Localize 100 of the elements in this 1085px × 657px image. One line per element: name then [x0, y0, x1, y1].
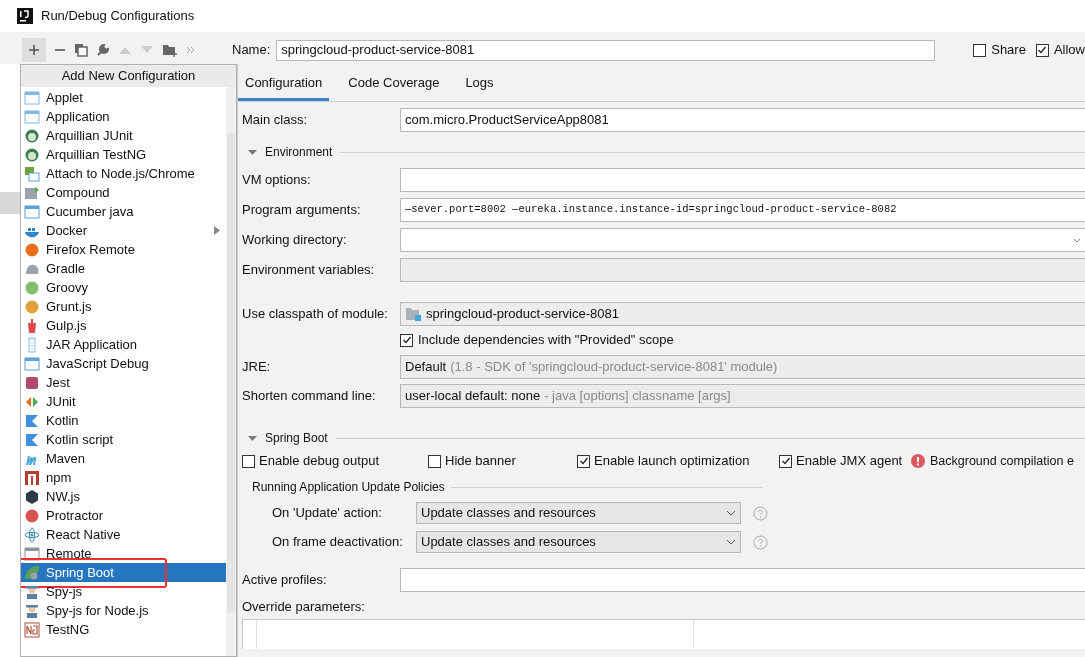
field-label: Override parameters:: [242, 598, 366, 617]
text-field[interactable]: [400, 168, 1085, 192]
menu-item[interactable]: Compound: [21, 183, 226, 202]
menu-item[interactable]: TestNG: [21, 620, 226, 639]
menu-item[interactable]: Spring Boot: [21, 563, 226, 582]
field-label: JRE:: [242, 358, 272, 377]
window-icon: [24, 89, 40, 106]
menu-item[interactable]: Application: [21, 107, 226, 126]
name-field[interactable]: springcloud-product-service-8081: [276, 39, 936, 61]
text-field[interactable]: —sever.port=8002 —eureka.instance.instance-id=springcloud-product-service-8082: [400, 198, 1085, 222]
field-label: Main class:: [242, 111, 309, 130]
k-logo-icon: [24, 431, 40, 448]
tab[interactable]: Configuration: [238, 68, 330, 101]
menu-item[interactable]: Kotlin: [21, 411, 226, 430]
field-label: Program arguments:: [242, 201, 362, 220]
menu-item[interactable]: Arquillian JUnit: [21, 126, 226, 145]
add-icon[interactable]: [22, 38, 46, 62]
menu-item[interactable]: React Native: [21, 525, 226, 544]
circle-icon: [24, 507, 40, 524]
hexagon-icon: [24, 488, 40, 505]
checkbox[interactable]: [242, 454, 255, 468]
checkbox-label: Include dependencies with "Provided" scope: [418, 331, 674, 350]
field-label: On frame deactivation:: [272, 533, 404, 552]
text-field[interactable]: com.micro.ProductServiceApp8081: [400, 108, 1085, 132]
window-icon: [24, 355, 40, 372]
checkbox-label: Enable debug output: [259, 452, 379, 471]
checkbox[interactable]: [973, 43, 987, 57]
menu-item[interactable]: Gulp.js: [21, 316, 226, 335]
checkbox[interactable]: [779, 454, 792, 468]
menu-item[interactable]: Applet: [21, 88, 226, 107]
window-icon: [24, 108, 40, 125]
section-title: Environment: [265, 144, 333, 161]
menu-item[interactable]: Cucumber java: [21, 202, 226, 221]
group-title: Running Application Update Policies: [252, 479, 445, 496]
menu-item[interactable]: Grunt.js: [21, 297, 226, 316]
folder-icon: [24, 184, 40, 201]
menu-item[interactable]: NW.js: [21, 487, 226, 506]
checkbox[interactable]: [577, 454, 590, 468]
field-label: Working directory:: [242, 231, 348, 250]
field-label: Name:: [232, 41, 271, 60]
disclosure-triangle-icon[interactable]: [248, 147, 257, 157]
profiles-field[interactable]: [400, 568, 1085, 592]
tab[interactable]: Logs: [458, 68, 501, 101]
window-title: Run/Debug Configurations: [41, 7, 195, 26]
menu-item[interactable]: Spy-js for Node.js: [21, 601, 226, 620]
card-icon: [24, 374, 40, 391]
menu-item[interactable]: Arquillian TestNG: [21, 145, 226, 164]
menu-item[interactable]: Jest: [21, 373, 226, 392]
shorten-dropdown[interactable]: user-local default: none - java [options] classname [args]: [400, 384, 1085, 408]
checkbox[interactable]: [1035, 43, 1049, 57]
field-label: VM options:: [242, 171, 312, 190]
error-icon: [911, 454, 925, 468]
menu-item[interactable]: Protractor: [21, 506, 226, 525]
app-logo-icon: [17, 8, 33, 24]
menu-item[interactable]: Firefox Remote: [21, 240, 226, 259]
menu-item[interactable]: Gradle: [21, 259, 226, 278]
scrollbar[interactable]: [226, 87, 236, 656]
menu-item[interactable]: Groovy: [21, 278, 226, 297]
wrench-icon[interactable]: [96, 43, 110, 57]
policy-dropdown[interactable]: Update classes and resources: [416, 531, 741, 553]
chevron-down-icon[interactable]: [1073, 237, 1081, 243]
add-folder-icon[interactable]: [162, 43, 178, 57]
field-label: Active profiles:: [242, 571, 328, 590]
text-field[interactable]: [400, 258, 1085, 282]
menu-item[interactable]: Maven: [21, 449, 226, 468]
menu-item[interactable]: JUnit: [21, 392, 226, 411]
menu-item[interactable]: JAR Application: [21, 335, 226, 354]
chevron-down-icon: [726, 539, 736, 545]
jre-dropdown[interactable]: Default (1.8 - SDK of 'springcloud-product-service-8081' module): [400, 355, 1085, 379]
disclosure-triangle-icon[interactable]: [248, 433, 257, 443]
module-folder-icon: [405, 307, 421, 321]
checkbox[interactable]: [400, 333, 413, 347]
help-icon[interactable]: [753, 505, 768, 521]
policy-dropdown[interactable]: Update classes and resources: [416, 502, 741, 524]
menu-item[interactable]: Remote: [21, 544, 226, 563]
copy-icon[interactable]: [74, 43, 88, 57]
menu-item[interactable]: Attach to Node.js/Chrome: [21, 164, 226, 183]
menu-item[interactable]: Docker: [21, 221, 226, 240]
menu-item[interactable]: JavaScript Debug: [21, 354, 226, 373]
field-label: Use classpath of module:: [242, 305, 389, 324]
window-icon: [24, 203, 40, 220]
atom-icon: [24, 526, 40, 543]
more-icon[interactable]: [186, 45, 196, 55]
tab[interactable]: Code Coverage: [341, 68, 447, 101]
menu-item[interactable]: npm: [21, 468, 226, 487]
spy-icon: [24, 602, 40, 619]
menu-item[interactable]: Spy-js: [21, 582, 226, 601]
square-logo-icon: [24, 469, 40, 486]
field-label: Shorten command line:: [242, 387, 377, 406]
menu-item[interactable]: Kotlin script: [21, 430, 226, 449]
module-dropdown[interactable]: springcloud-product-service-8081: [400, 302, 1085, 326]
directory-field[interactable]: [400, 228, 1085, 252]
leaf-icon: [24, 564, 40, 581]
menu-title: Add New Configuration: [21, 65, 236, 87]
spy-icon: [24, 583, 40, 600]
checkbox[interactable]: [428, 454, 441, 468]
js-badge-icon: [24, 165, 40, 182]
checkbox-label: Enable launch optimization: [594, 452, 750, 471]
checkbox-label: Share: [991, 41, 1026, 60]
help-icon[interactable]: [753, 534, 768, 550]
